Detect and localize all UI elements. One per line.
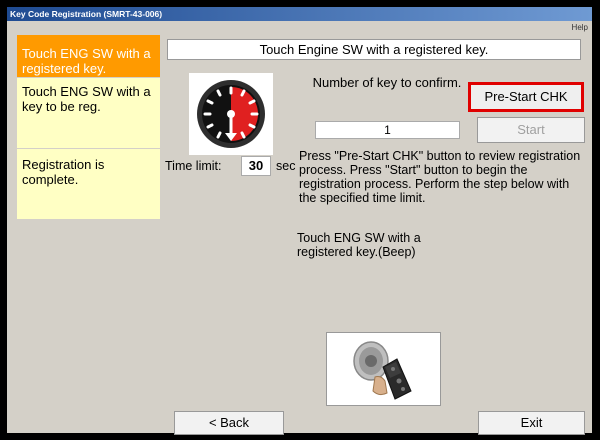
smart-key-icon <box>326 332 441 406</box>
prestart-chk-button[interactable]: Pre-Start CHK <box>468 82 584 112</box>
exit-button[interactable]: Exit <box>478 411 585 435</box>
key-count-field: 1 <box>315 121 460 139</box>
step-sidebar: Touch ENG SW with a registered key. Touc… <box>17 35 160 219</box>
step-instruction-text: Touch ENG SW with a registered key.(Beep… <box>297 231 421 259</box>
help-link[interactable]: Help <box>572 23 588 32</box>
step-touch-new-key: Touch ENG SW with a key to be reg. <box>17 78 160 148</box>
instruction-text: Press "Pre-Start CHK" button to review r… <box>299 149 581 205</box>
countdown-timer-icon <box>189 73 273 155</box>
start-button[interactable]: Start <box>477 117 585 143</box>
step-touch-registered-key: Touch ENG SW with a registered key. <box>17 35 160 77</box>
key-count-label: Number of key to confirm. <box>312 75 462 90</box>
back-button[interactable]: < Back <box>174 411 284 435</box>
step-registration-complete: Registration is complete. <box>17 149 160 219</box>
key-code-registration-window: Key Code Registration (SMRT-43-006) Help… <box>7 7 592 435</box>
window-title: Key Code Registration (SMRT-43-006) <box>7 7 592 21</box>
time-limit-label: Time limit: <box>165 159 222 173</box>
time-limit-unit: sec <box>276 159 296 173</box>
instruction-banner: Touch Engine SW with a registered key. <box>167 39 581 60</box>
time-limit-value: 30 <box>241 156 271 176</box>
